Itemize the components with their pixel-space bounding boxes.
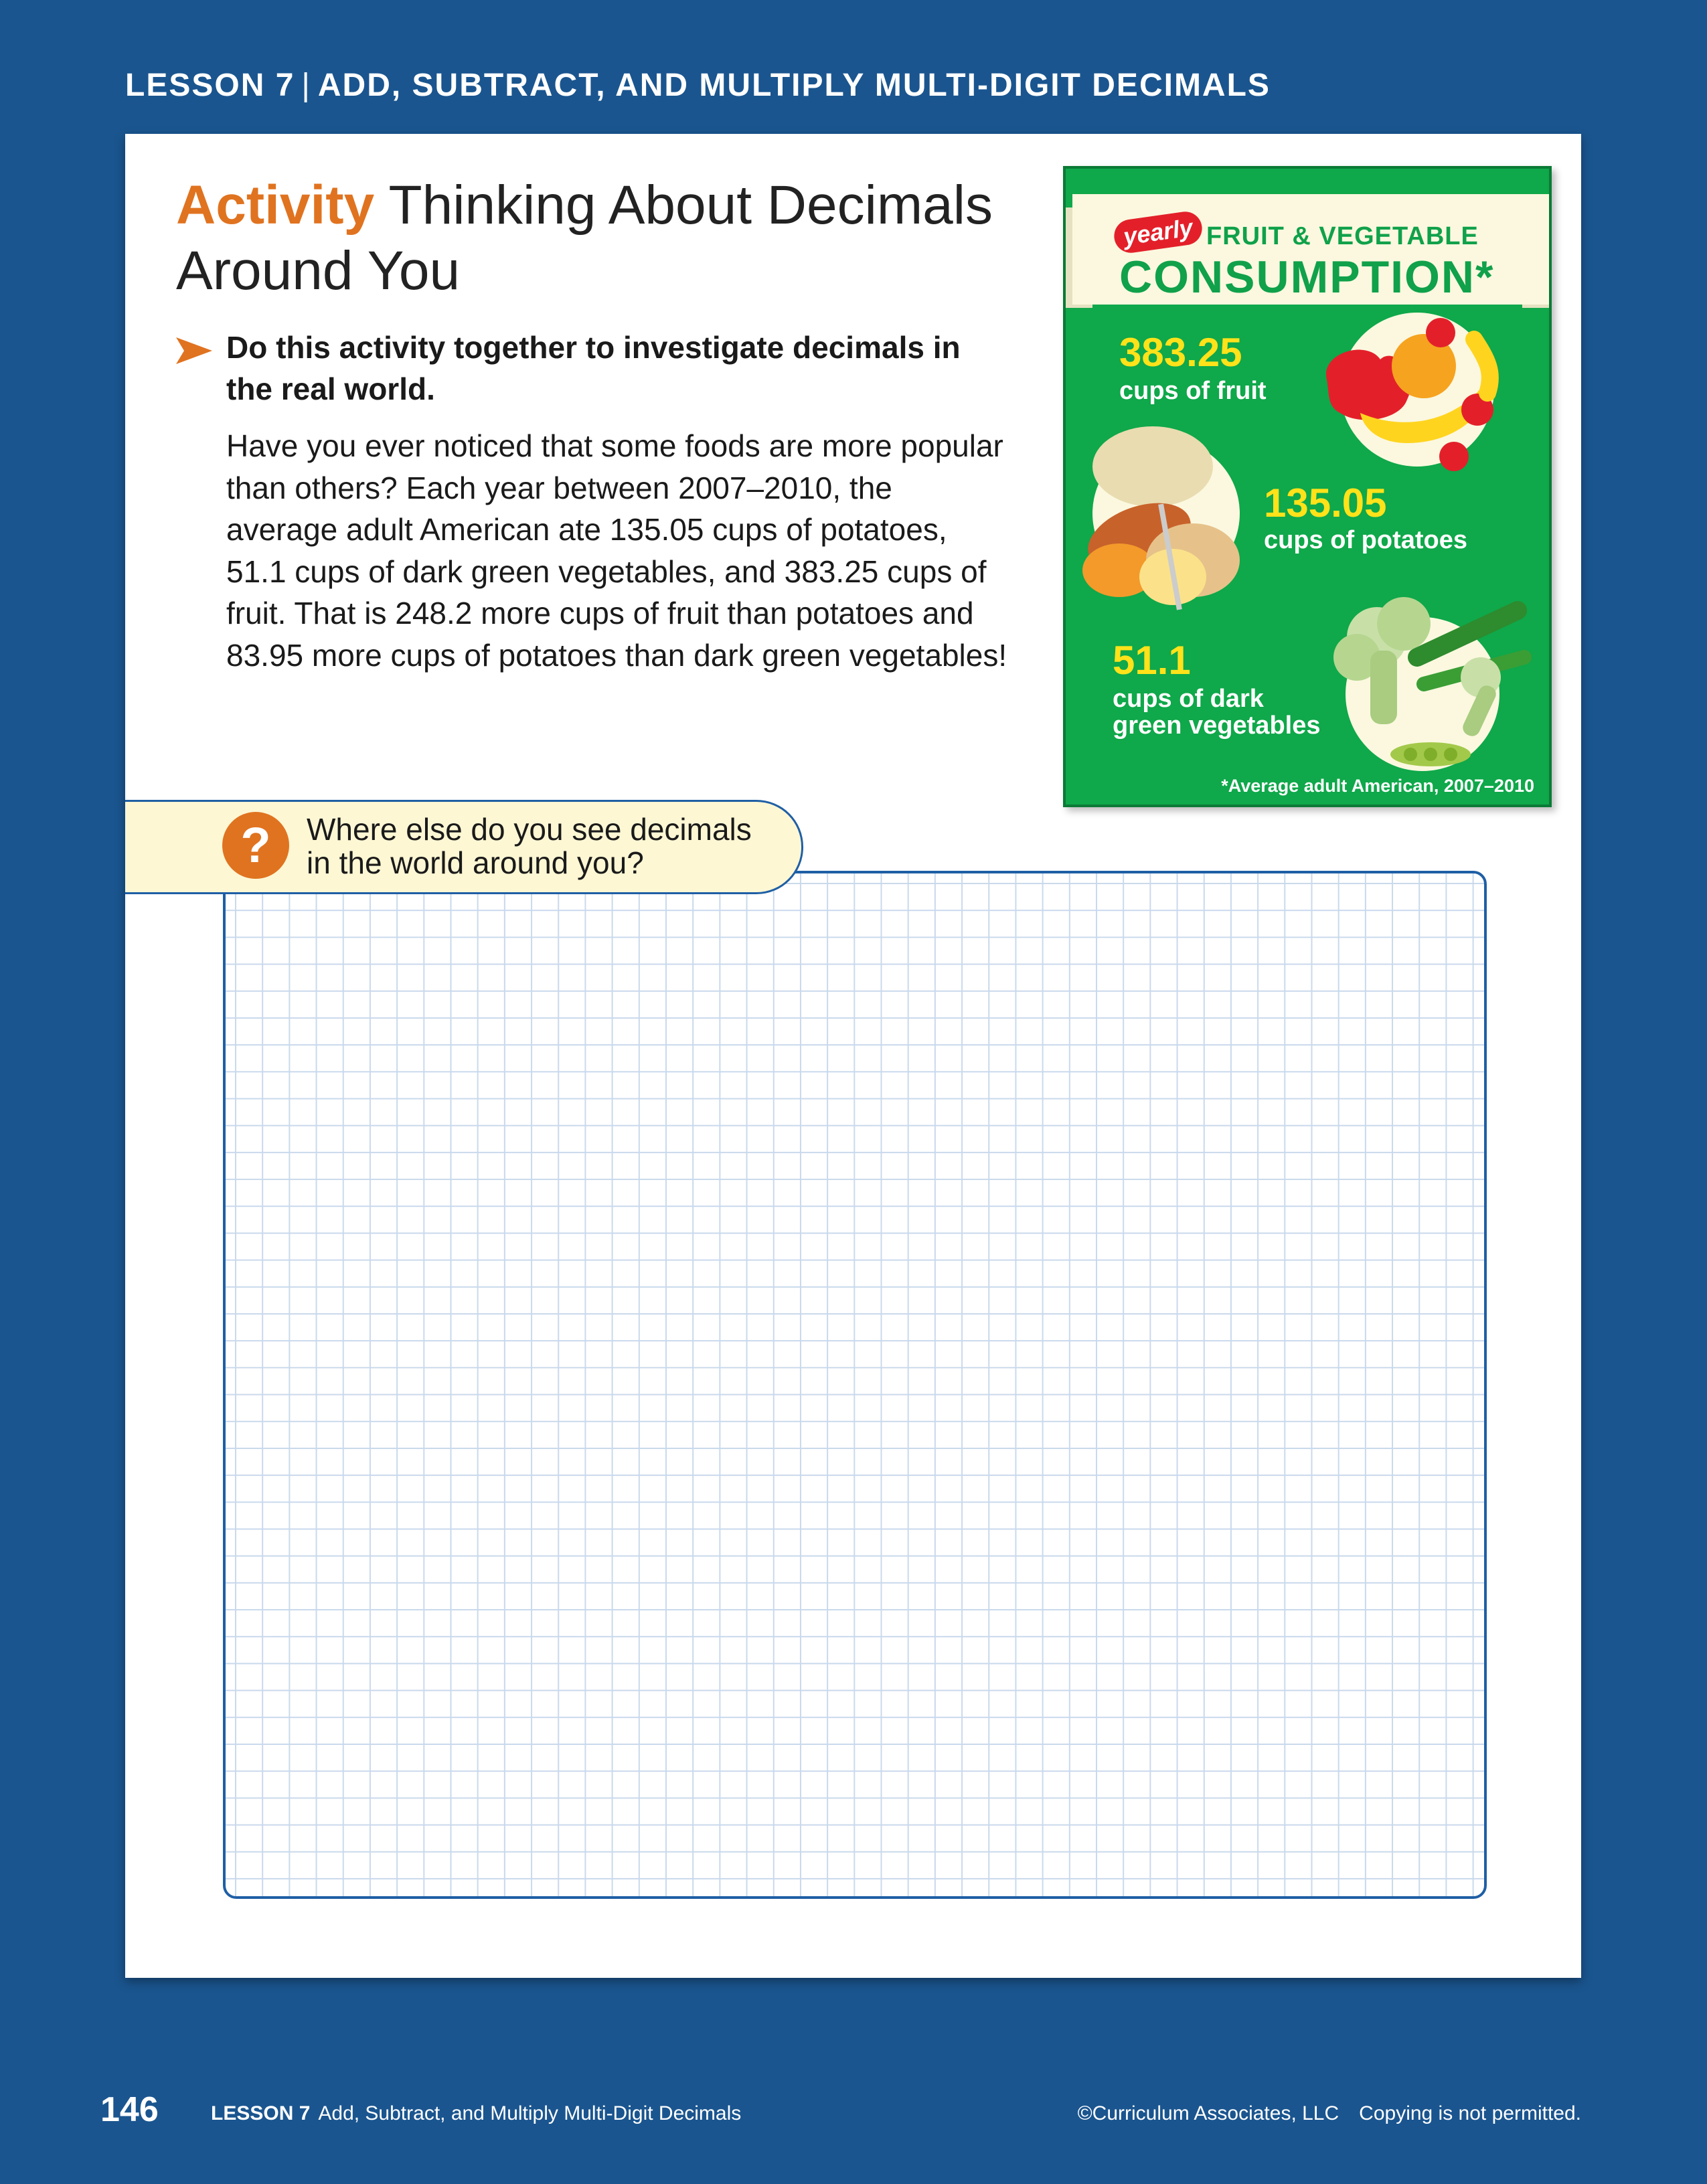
prompt-text: Where else do you see decimals in the wo… xyxy=(307,813,789,879)
consumption-infographic: yearly FRUIT & VEGETABLE CONSUMPTION* 38… xyxy=(1063,166,1552,807)
prompt-line2: in the world around you? xyxy=(307,845,644,880)
header-separator: | xyxy=(301,68,311,103)
activity-instruction: Do this activity together to investigate… xyxy=(226,330,961,406)
fruit-icon xyxy=(1326,318,1499,471)
fruit-value: 383.25 xyxy=(1119,330,1242,375)
header-lesson: LESSON 7 xyxy=(125,68,295,103)
activity-body-paragraph: Have you ever noticed that some foods ar… xyxy=(226,428,1007,673)
infographic-banner: yearly FRUIT & VEGETABLE CONSUMPTION* xyxy=(1072,194,1549,305)
lesson-header: LESSON 7 | ADD, SUBTRACT, AND MULTIPLY MUL… xyxy=(125,67,1271,104)
banner-heading-line1: FRUIT & VEGETABLE xyxy=(1206,222,1479,250)
greens-value: 51.1 xyxy=(1113,638,1191,683)
greens-label-line2: green vegetables xyxy=(1113,711,1321,740)
potato-value: 135.05 xyxy=(1264,481,1387,525)
page-number: 146 xyxy=(100,2090,159,2129)
prompt-line1: Where else do you see decimals xyxy=(307,812,752,847)
yearly-tag: yearly xyxy=(1112,209,1204,255)
footer-copyright: ©Curriculum Associates, LLC Copying is no… xyxy=(1078,2102,1581,2125)
header-title: ADD, SUBTRACT, AND MULTIPLY MULTI-DIGIT … xyxy=(317,68,1271,103)
vegetables-icon xyxy=(1333,597,1532,766)
greens-label-line1: cups of dark xyxy=(1113,685,1264,713)
footer-lesson-title: Add, Subtract, and Multiply Multi-Digit … xyxy=(318,2102,742,2124)
potato-icon xyxy=(1082,426,1240,610)
arrow-icon xyxy=(176,337,212,364)
activity-body: Have you ever noticed that some foods ar… xyxy=(226,425,1009,676)
infographic-footnote: *Average adult American, 2007–2010 xyxy=(1221,776,1534,796)
footer-lesson-label: LESSON 7 xyxy=(211,2102,311,2124)
copy-notice: Copying is not permitted. xyxy=(1359,2102,1581,2124)
fruit-label: cups of fruit xyxy=(1119,377,1267,405)
activity-title: Activity Thinking About Decimals Around … xyxy=(176,173,1013,304)
copyright-text: ©Curriculum Associates, LLC xyxy=(1077,2102,1339,2124)
activity-keyword: Activity xyxy=(176,175,375,236)
question-icon: ? xyxy=(222,812,289,879)
work-grid[interactable] xyxy=(223,871,1487,1899)
footer-lesson: LESSON 7 Add, Subtract, and Multiply Mult… xyxy=(211,2102,741,2125)
potato-label: cups of potatoes xyxy=(1264,526,1468,554)
banner-heading-line2: CONSUMPTION* xyxy=(1119,252,1495,303)
